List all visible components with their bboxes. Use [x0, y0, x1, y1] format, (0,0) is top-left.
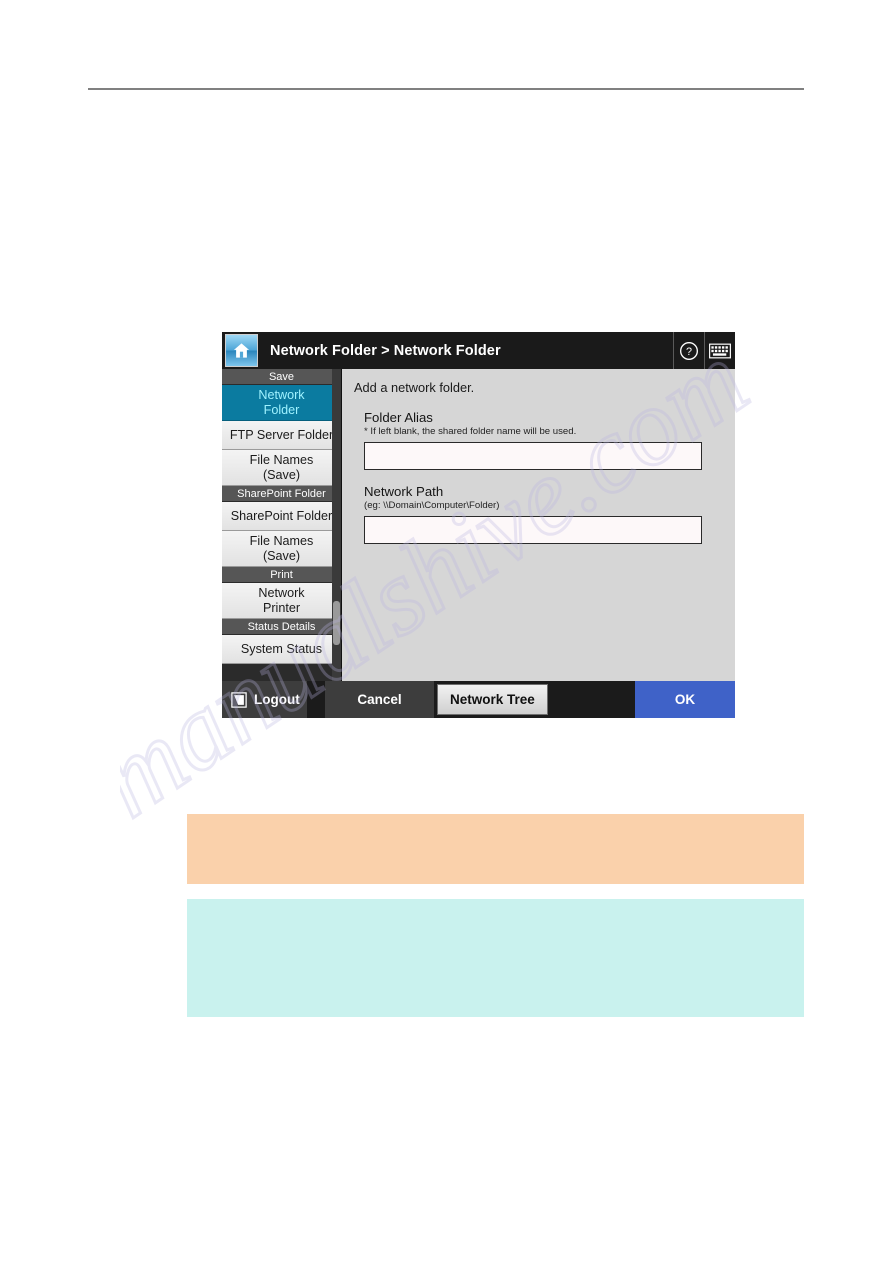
sidebar-item-system-status[interactable]: System Status — [222, 635, 341, 664]
sidebar-group-status-details: Status Details — [222, 619, 341, 635]
logout-label: Logout — [254, 692, 300, 707]
field-gap — [354, 470, 722, 484]
sidebar-group-print: Print — [222, 567, 341, 583]
network-path-input[interactable] — [364, 516, 702, 544]
field-label: Folder Alias — [364, 410, 433, 425]
cancel-button[interactable]: Cancel — [325, 681, 434, 718]
breadcrumb: Network Folder > Network Folder — [270, 342, 501, 359]
header-icon-group: ? — [673, 332, 735, 369]
field-hint: * If left blank, the shared folder name … — [364, 426, 577, 437]
field-network-path: Network Path (eg: \\Domain\Computer\Fold… — [364, 484, 722, 544]
page-title: Add a network folder. — [354, 380, 475, 395]
page-header-rule — [88, 88, 804, 90]
help-question-icon[interactable]: ? — [673, 332, 704, 369]
folder-alias-input[interactable] — [364, 442, 702, 470]
sidebar-item-label-line1: File Names — [249, 452, 314, 467]
sidebar-item-network-printer[interactable]: Network Printer — [222, 583, 341, 619]
field-label: Network Path — [364, 484, 444, 499]
sidebar-item-file-names-save-1[interactable]: File Names (Save) — [222, 450, 341, 486]
field-hint: (eg: \\Domain\Computer\Folder) — [364, 500, 500, 511]
sidebar-item-label-line2: (Save) — [262, 467, 301, 482]
sidebar-item-label-line2: (Save) — [262, 548, 301, 563]
home-icon[interactable] — [225, 334, 258, 367]
sidebar-item-label-line2: Printer — [262, 600, 301, 615]
sidebar-item-sharepoint-folder[interactable]: SharePoint Folder — [222, 502, 341, 531]
attention-box — [187, 814, 804, 884]
network-tree-area: Network Tree — [434, 681, 635, 718]
field-folder-alias: Folder Alias * If left blank, the shared… — [364, 410, 722, 470]
network-tree-button[interactable]: Network Tree — [437, 684, 548, 715]
sidebar-item-label: SharePoint Folder — [230, 508, 333, 523]
hint-box — [187, 899, 804, 1017]
svg-text:?: ? — [686, 346, 692, 358]
sidebar-item-ftp-server-folder[interactable]: FTP Server Folder — [222, 421, 341, 450]
sidebar-item-label-line1: Network — [258, 387, 305, 402]
device-footer: Logout Cancel Network Tree OK — [222, 681, 735, 718]
sidebar-item-label: FTP Server Folder — [229, 427, 334, 442]
sidebar: Save Network Folder FTP Server Folder Fi… — [222, 369, 342, 681]
sidebar-item-network-folder[interactable]: Network Folder — [222, 385, 341, 421]
cancel-label: Cancel — [357, 692, 402, 707]
sidebar-item-label-line1: File Names — [249, 533, 314, 548]
sidebar-item-file-names-save-2[interactable]: File Names (Save) — [222, 531, 341, 567]
footer-spacer — [307, 681, 325, 718]
device-panel-screenshot: Network Folder > Network Folder ? Save N… — [222, 332, 735, 718]
sidebar-group-save: Save — [222, 369, 341, 385]
logout-button[interactable]: Logout — [222, 681, 307, 718]
sidebar-item-label-line2: Folder — [263, 402, 300, 417]
sidebar-group-sharepoint-folder: SharePoint Folder — [222, 486, 341, 502]
sidebar-item-label-line1: Network — [258, 585, 305, 600]
ok-label: OK — [674, 692, 696, 707]
sidebar-scrollbar[interactable] — [332, 369, 341, 681]
ok-button[interactable]: OK — [635, 681, 735, 718]
logout-page-icon — [231, 691, 247, 708]
keyboard-icon[interactable] — [704, 332, 735, 369]
network-tree-label: Network Tree — [450, 692, 535, 707]
device-header: Network Folder > Network Folder ? — [222, 332, 735, 369]
device-body: Save Network Folder FTP Server Folder Fi… — [222, 369, 735, 681]
sidebar-item-label: System Status — [240, 641, 323, 656]
content-panel: Add a network folder. Folder Alias * If … — [342, 369, 735, 681]
sidebar-scrollbar-thumb[interactable] — [333, 601, 340, 645]
